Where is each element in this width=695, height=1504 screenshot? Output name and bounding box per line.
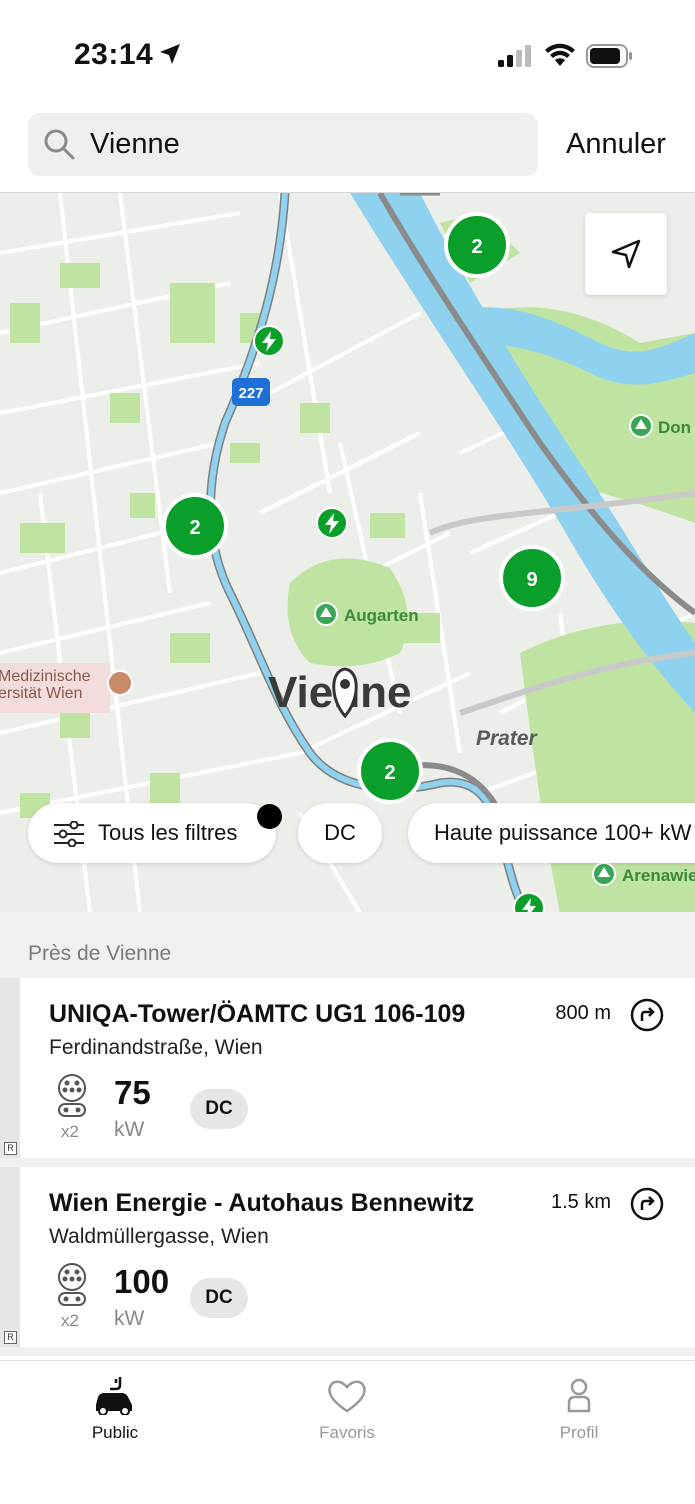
station-name: Wien Energie - Autohaus Bennewitz (49, 1189, 475, 1217)
search-bar[interactable]: Vienne (28, 113, 538, 176)
r-marker: R (4, 1142, 17, 1155)
tab-public[interactable]: Public (35, 1361, 195, 1461)
car-charger-icon (96, 1377, 132, 1415)
search-input[interactable]: Vienne (90, 128, 180, 161)
tab-label: Profil (559, 1423, 599, 1442)
park-marker-augarten: Augarten (314, 602, 419, 626)
charger-cluster[interactable]: 2 (444, 212, 510, 278)
connector-count: x2 (61, 1311, 79, 1330)
tab-label: Favoris (319, 1423, 375, 1442)
current-type-badge: DC (190, 1089, 248, 1129)
tab-favorites[interactable]: Favoris (267, 1361, 427, 1461)
location-arrow-icon (160, 44, 180, 64)
power-unit: kW (114, 1307, 145, 1330)
cluster-count: 9 (526, 569, 537, 591)
r-marker: R (4, 1331, 17, 1344)
cluster-count: 2 (471, 236, 482, 258)
filter-chip-high-power-label: Haute puissance 100+ kW (434, 820, 692, 845)
list-section-header: Près de Vienne (0, 912, 695, 978)
park-marker-donau: Don (629, 414, 691, 438)
floating-dot (257, 804, 282, 829)
tab-bar: Public Favoris Profil (0, 1360, 695, 1504)
park-label: Arenawie (622, 866, 695, 885)
filter-chip-dc-label: DC (324, 820, 356, 845)
station-distance: 800 m (555, 1002, 611, 1024)
charger-pin[interactable] (253, 325, 285, 357)
card-strip (0, 978, 20, 1158)
cancel-button[interactable]: Annuler (566, 128, 666, 161)
connector-count: x2 (61, 1122, 79, 1141)
road-number-label: 227 (238, 385, 263, 402)
charger-pin[interactable] (316, 507, 348, 539)
station-address: Ferdinandstraße, Wien (49, 1036, 263, 1059)
status-time: 23:14 (74, 38, 154, 71)
station-card[interactable]: Wien Energie - Autohaus Bennewitz Waldmü… (0, 1167, 695, 1347)
power-value: 100 (114, 1263, 170, 1300)
university-label-line1: Medizinische (0, 668, 91, 685)
all-filters-button[interactable]: Tous les filtres (28, 803, 276, 863)
park-label: Don (658, 418, 691, 437)
charger-cluster[interactable]: 2 (357, 738, 423, 804)
cellular-signal-icon (498, 45, 531, 67)
all-filters-label: Tous les filtres (98, 820, 238, 845)
navigation-arrow-icon (611, 239, 641, 269)
tab-profile[interactable]: Profil (499, 1361, 659, 1461)
wifi-icon (545, 43, 575, 66)
tab-label: Public (91, 1423, 139, 1442)
section-title: Près de Vienne (28, 942, 172, 965)
connector-icon (58, 1074, 86, 1117)
park-marker-arena: Arenawie (592, 862, 695, 886)
search-icon (44, 129, 75, 160)
district-label: Prater (476, 727, 539, 750)
filters-icon (54, 821, 84, 847)
station-card[interactable]: UNIQA-Tower/ÖAMTC UG1 106-109 Ferdinands… (0, 978, 695, 1158)
card-separator (0, 1347, 695, 1356)
cluster-count: 2 (189, 517, 200, 539)
station-name: UNIQA-Tower/ÖAMTC UG1 106-109 (49, 1000, 466, 1028)
university-label-line2: ersität Wien (0, 685, 82, 702)
locate-me-button[interactable] (585, 213, 667, 295)
card-separator (0, 1158, 695, 1167)
charger-cluster[interactable]: 9 (499, 545, 565, 611)
card-strip (0, 1167, 20, 1347)
person-icon (567, 1378, 591, 1413)
filter-chip-dc[interactable]: DC (298, 803, 382, 863)
station-address: Waldmüllergasse, Wien (49, 1225, 269, 1248)
power-unit: kW (114, 1118, 145, 1141)
station-distance: 1.5 km (550, 1191, 611, 1213)
charger-cluster[interactable]: 2 (162, 493, 228, 559)
power-value: 75 (114, 1074, 151, 1111)
directions-icon[interactable] (630, 1187, 664, 1221)
directions-icon[interactable] (630, 998, 664, 1032)
heart-icon (328, 1380, 366, 1413)
park-label: Augarten (344, 606, 419, 625)
status-bar: 23:14 (0, 0, 695, 100)
current-type-badge: DC (190, 1278, 248, 1318)
cluster-count: 2 (384, 762, 395, 784)
battery-icon (586, 44, 632, 68)
connector-icon (58, 1263, 86, 1306)
filter-chip-high-power[interactable]: Haute puissance 100+ kW (408, 803, 695, 863)
